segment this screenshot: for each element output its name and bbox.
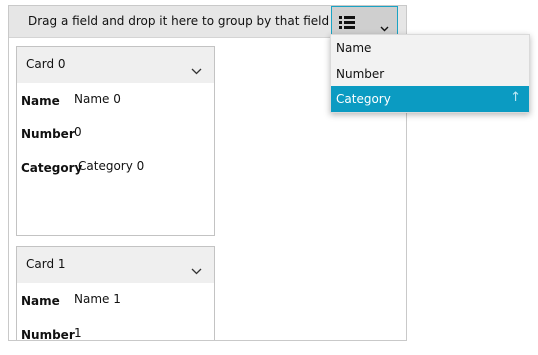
field-label-category: Category	[21, 161, 83, 175]
sort-option-label: Category	[336, 92, 391, 106]
sort-option-label: Name	[336, 41, 372, 55]
field-label-number: Number	[21, 127, 75, 141]
card: Card 1 Name Name 1 Number 1	[16, 246, 215, 341]
arrow-up-icon: ↑	[510, 90, 521, 105]
card-title: Card 1	[26, 257, 66, 271]
field-label-name: Name	[21, 94, 60, 108]
sort-option-category[interactable]: Category ↑	[331, 86, 529, 112]
field-value-name: Name 0	[74, 92, 121, 106]
card-title: Card 0	[26, 57, 66, 71]
field-value-category: Category 0	[78, 159, 145, 173]
group-drop-hint: Drag a field and drop it here to group b…	[28, 14, 330, 28]
field-label-name: Name	[21, 294, 60, 308]
card: Card 0 Name Name 0 Number 0 Category Cat…	[16, 46, 215, 236]
sort-option-number[interactable]: Number	[331, 61, 529, 87]
field-value-name: Name 1	[74, 292, 121, 306]
card-header[interactable]: Card 1	[17, 247, 214, 283]
field-value-number: 0	[74, 125, 82, 139]
chevron-down-icon[interactable]	[191, 260, 202, 279]
sort-option-name[interactable]: Name	[331, 35, 529, 61]
card-header[interactable]: Card 0	[17, 47, 214, 83]
sort-option-label: Number	[336, 67, 385, 81]
field-value-number: 1	[74, 326, 82, 340]
list-icon	[339, 14, 355, 33]
sort-options-button[interactable]	[331, 6, 398, 36]
chevron-down-icon[interactable]	[191, 60, 202, 79]
field-label-number: Number	[21, 328, 75, 341]
sort-dropdown-menu: Name Number Category ↑	[330, 34, 530, 113]
